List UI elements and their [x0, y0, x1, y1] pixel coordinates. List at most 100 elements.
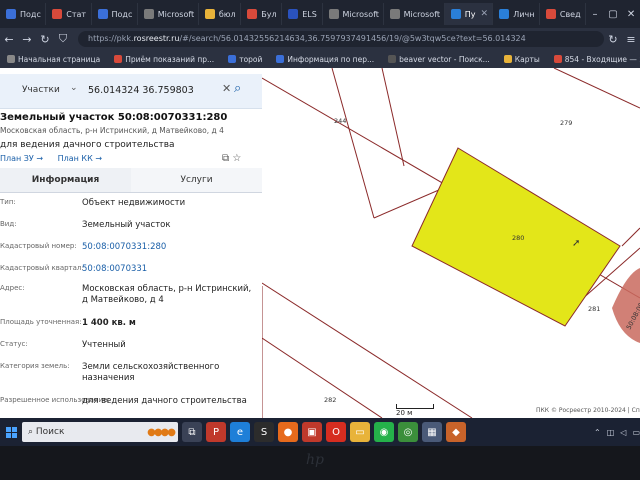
plan-zu-link[interactable]: План ЗУ →	[0, 154, 43, 163]
cadastral-map[interactable]: 244 279 280 281 282 50:08:0070331 ➚	[262, 68, 640, 418]
parcel-boundary	[262, 337, 383, 418]
tab-favicon-icon	[52, 9, 63, 19]
forward-icon[interactable]: →	[18, 33, 36, 46]
explorer-icon[interactable]: ▭	[350, 422, 370, 442]
calculator-icon[interactable]: ▦	[422, 422, 442, 442]
browser-tab[interactable]: ELS	[282, 3, 323, 25]
bookmark-label: Приём показаний пр...	[125, 54, 215, 64]
tab-label: Бул	[261, 9, 277, 19]
shield-icon[interactable]: ⛉	[54, 32, 72, 46]
tab-services[interactable]: Услуги	[131, 168, 262, 192]
tab-label: Подс	[20, 9, 41, 19]
close-window-icon[interactable]: ✕	[622, 9, 640, 20]
info-value: Учтенный	[82, 340, 126, 350]
search-input[interactable]: 56.014324 36.759803	[88, 85, 194, 96]
minimize-icon[interactable]: –	[586, 9, 604, 20]
close-tab-icon[interactable]: ✕	[480, 9, 488, 19]
refresh-page-icon[interactable]: ↻	[604, 33, 622, 46]
info-key: Площадь уточненная:	[0, 318, 82, 326]
tab-favicon-icon	[389, 9, 400, 19]
tab-favicon-icon	[545, 9, 556, 19]
notifications-icon[interactable]: ▭	[632, 428, 640, 437]
bookmark-item[interactable]: торой	[221, 55, 269, 64]
clear-icon[interactable]: ✕	[222, 82, 231, 95]
tab-label: ELS	[302, 9, 317, 19]
whatsapp-icon[interactable]: ◉	[374, 422, 394, 442]
task-view-icon[interactable]: ⧉	[182, 422, 202, 442]
taskbar-search[interactable]: ⌕ Поиск ●●●●	[22, 422, 178, 442]
search-icon[interactable]: ⌕	[234, 81, 241, 96]
app-p-icon[interactable]: P	[206, 422, 226, 442]
chevron-up-icon[interactable]: ⌃	[594, 428, 601, 437]
star-icon[interactable]: ☆	[232, 153, 241, 164]
browser-tab[interactable]: Microsoft	[323, 3, 384, 25]
bookmark-item[interactable]: Начальная страница	[0, 55, 107, 64]
refresh-icon[interactable]: ↻	[36, 33, 54, 46]
parcel-boundary	[381, 68, 405, 167]
tab-label: Стат	[66, 9, 87, 19]
menu-icon[interactable]: ≡	[622, 33, 640, 46]
back-icon[interactable]: ←	[0, 33, 18, 46]
parcel-boundary	[553, 68, 640, 109]
tab-favicon-icon	[288, 9, 299, 19]
tab-label: Microsoft	[157, 9, 195, 19]
object-title: Земельный участок 50:08:0070331:280	[0, 112, 228, 123]
bookmark-label: торой	[239, 54, 263, 64]
maximize-icon[interactable]: ▢	[604, 9, 622, 20]
opera-icon[interactable]: O	[326, 422, 346, 442]
tab-favicon-icon	[499, 9, 510, 19]
bookmark-icon	[228, 55, 237, 63]
app-s-icon[interactable]: S	[254, 422, 274, 442]
search-type-select[interactable]: Участки	[22, 85, 60, 95]
url-prefix: https://pkk.	[88, 34, 134, 43]
tab-label: Свед	[559, 9, 581, 19]
plan-kk-link[interactable]: План КК →	[58, 154, 102, 163]
tab-favicon-icon	[97, 9, 108, 19]
bookmark-item[interactable]: 854 - Входящие — Ян...	[547, 55, 640, 64]
firefox-icon[interactable]: ●	[278, 422, 298, 442]
browser-tab[interactable]: Подс	[0, 3, 47, 25]
browser-tab[interactable]: бюл	[199, 3, 242, 25]
bookmarks-bar: Начальная страница Приём показаний пр... т…	[0, 50, 640, 69]
bookmark-icon	[503, 55, 512, 63]
app-red-icon[interactable]: ▣	[302, 422, 322, 442]
tab-info[interactable]: Информация	[0, 168, 131, 192]
tab-favicon-icon	[143, 9, 154, 19]
browser-tab[interactable]: Microsoft	[138, 3, 199, 25]
browser-tab[interactable]: Личн	[493, 3, 540, 25]
info-value[interactable]: 50:08:0070331:280	[82, 242, 258, 253]
info-panel: Участки ⌄ 56.014324 36.759803 ✕ ⌕ Земель…	[0, 68, 263, 418]
browser-tab[interactable]: Microsoft	[384, 3, 445, 25]
browser-tab[interactable]: Бул	[241, 3, 283, 25]
bookmark-icon	[114, 55, 123, 63]
chrome-icon[interactable]: ◎	[398, 422, 418, 442]
info-value: Объект недвижимости	[82, 198, 186, 208]
address-bar: ← → ↻ ⛉ https://pkk.rosreestr.ru/#/searc…	[0, 28, 640, 50]
browser-tab[interactable]: Свед	[540, 3, 587, 25]
url-field[interactable]: https://pkk.rosreestr.ru/#/search/56.014…	[78, 31, 604, 47]
edge-icon[interactable]: e	[230, 422, 250, 442]
start-button[interactable]	[0, 418, 22, 446]
hp-logo: hp	[306, 452, 324, 468]
chevron-down-icon[interactable]: ⌄	[70, 83, 78, 93]
bookmark-item[interactable]: Информация по пер...	[269, 55, 381, 64]
app-orange-icon[interactable]: ◆	[446, 422, 466, 442]
info-key: Категория земель:	[0, 362, 70, 370]
network-icon[interactable]: ◫	[607, 428, 615, 437]
volume-icon[interactable]: ◁	[620, 428, 626, 437]
bookmark-icon	[7, 55, 15, 63]
bookmark-item[interactable]: Карты	[497, 55, 547, 64]
window-controls: – ▢ ✕	[586, 9, 640, 20]
browser-tab[interactable]: Подс	[92, 3, 138, 25]
tab-label: Подс	[111, 9, 133, 19]
browser-tab[interactable]: Пу ✕	[444, 3, 494, 25]
info-value[interactable]: 50:08:0070331	[82, 264, 258, 275]
taskbar-search-icon: ⌕	[28, 427, 36, 437]
bookmark-label: beaver vector - Поиск...	[399, 54, 490, 64]
browser-tab[interactable]: Стат	[46, 3, 92, 25]
zoom-to-icon[interactable]: ⧉	[222, 153, 229, 164]
bookmark-item[interactable]: Приём показаний пр...	[107, 55, 221, 64]
parcel-label-281: 281	[588, 305, 600, 313]
bookmark-icon	[388, 55, 397, 63]
bookmark-item[interactable]: beaver vector - Поиск...	[381, 55, 497, 64]
